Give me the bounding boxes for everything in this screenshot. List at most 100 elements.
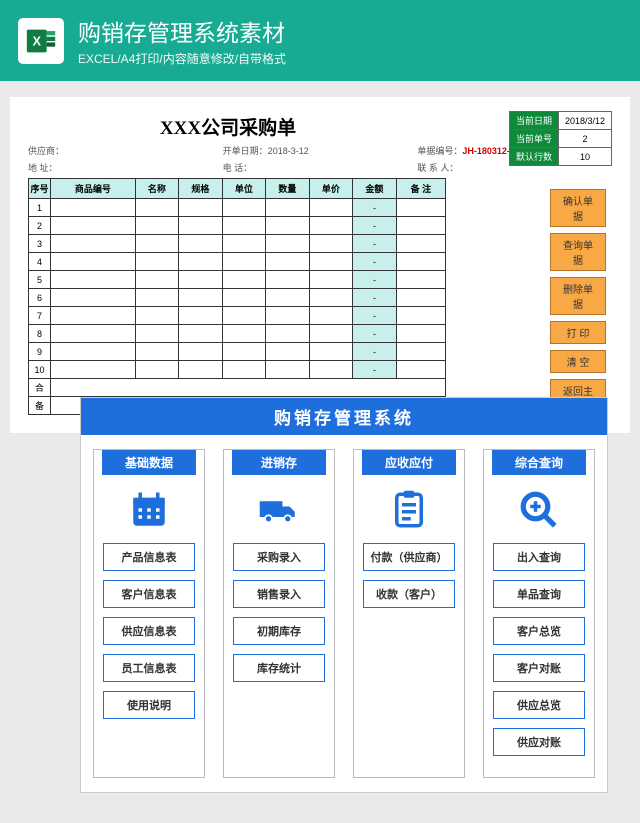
cell[interactable]	[135, 271, 179, 289]
cell[interactable]	[51, 361, 136, 379]
menu-item[interactable]: 使用说明	[103, 691, 195, 719]
cell[interactable]	[222, 307, 266, 325]
cell[interactable]	[309, 289, 353, 307]
cell[interactable]: -	[353, 307, 397, 325]
menu-item[interactable]: 出入查询	[493, 543, 585, 571]
cell[interactable]	[179, 271, 223, 289]
cell[interactable]: -	[353, 235, 397, 253]
cell[interactable]	[222, 289, 266, 307]
cell[interactable]	[266, 217, 310, 235]
cell[interactable]	[135, 199, 179, 217]
cell[interactable]	[222, 199, 266, 217]
cell[interactable]	[135, 217, 179, 235]
cell[interactable]	[309, 271, 353, 289]
cell[interactable]	[51, 271, 136, 289]
cell[interactable]	[51, 235, 136, 253]
cell[interactable]	[396, 343, 445, 361]
cell[interactable]	[51, 325, 136, 343]
menu-item[interactable]: 库存统计	[233, 654, 325, 682]
menu-item[interactable]: 单品查询	[493, 580, 585, 608]
cell[interactable]	[266, 199, 310, 217]
cell[interactable]	[222, 343, 266, 361]
cell[interactable]	[135, 289, 179, 307]
menu-item[interactable]: 初期库存	[233, 617, 325, 645]
cell[interactable]	[266, 271, 310, 289]
cell[interactable]: -	[353, 361, 397, 379]
menu-item[interactable]: 付款（供应商）	[363, 543, 455, 571]
cell[interactable]	[51, 289, 136, 307]
cell[interactable]	[222, 271, 266, 289]
cell[interactable]	[179, 235, 223, 253]
cell[interactable]	[179, 307, 223, 325]
cell[interactable]: -	[353, 325, 397, 343]
menu-item[interactable]: 收款（客户）	[363, 580, 455, 608]
cell[interactable]	[396, 307, 445, 325]
cell[interactable]	[266, 343, 310, 361]
cell[interactable]	[51, 199, 136, 217]
menu-item[interactable]: 员工信息表	[103, 654, 195, 682]
cell[interactable]	[309, 235, 353, 253]
cell[interactable]	[179, 361, 223, 379]
cell[interactable]	[266, 253, 310, 271]
cell[interactable]	[309, 217, 353, 235]
cell[interactable]	[51, 217, 136, 235]
cell[interactable]: -	[353, 271, 397, 289]
cell[interactable]: -	[353, 217, 397, 235]
action-button[interactable]: 确认单据	[550, 189, 606, 227]
cell[interactable]	[309, 343, 353, 361]
cell[interactable]	[396, 235, 445, 253]
cell[interactable]	[309, 253, 353, 271]
cell[interactable]	[396, 271, 445, 289]
cell[interactable]	[135, 325, 179, 343]
cell[interactable]	[51, 343, 136, 361]
cell[interactable]	[309, 199, 353, 217]
cell[interactable]	[309, 325, 353, 343]
menu-item[interactable]: 客户总览	[493, 617, 585, 645]
cell[interactable]	[179, 343, 223, 361]
action-button[interactable]: 删除单据	[550, 277, 606, 315]
cell[interactable]	[179, 253, 223, 271]
cell[interactable]	[396, 289, 445, 307]
menu-item[interactable]: 供应信息表	[103, 617, 195, 645]
cell[interactable]	[396, 217, 445, 235]
cell[interactable]	[396, 361, 445, 379]
cell[interactable]	[51, 253, 136, 271]
cell[interactable]	[266, 235, 310, 253]
cell[interactable]	[51, 307, 136, 325]
cell[interactable]	[266, 361, 310, 379]
menu-item[interactable]: 供应对账	[493, 728, 585, 756]
cell[interactable]: -	[353, 199, 397, 217]
action-button[interactable]: 查询单据	[550, 233, 606, 271]
cell[interactable]: -	[353, 253, 397, 271]
cell[interactable]	[222, 235, 266, 253]
cell[interactable]	[135, 235, 179, 253]
cell[interactable]	[222, 325, 266, 343]
cell[interactable]	[266, 307, 310, 325]
cell[interactable]	[266, 325, 310, 343]
cell[interactable]	[266, 289, 310, 307]
cell[interactable]	[135, 253, 179, 271]
cell[interactable]: -	[353, 289, 397, 307]
cell[interactable]: -	[353, 343, 397, 361]
cell[interactable]	[222, 253, 266, 271]
cell[interactable]	[179, 217, 223, 235]
menu-item[interactable]: 客户对账	[493, 654, 585, 682]
cell[interactable]	[222, 217, 266, 235]
cell[interactable]	[135, 361, 179, 379]
cell[interactable]	[222, 361, 266, 379]
menu-item[interactable]: 客户信息表	[103, 580, 195, 608]
cell[interactable]	[396, 199, 445, 217]
action-button[interactable]: 打 印	[550, 321, 606, 344]
action-button[interactable]: 清 空	[550, 350, 606, 373]
cell[interactable]	[135, 307, 179, 325]
cell[interactable]	[309, 361, 353, 379]
menu-item[interactable]: 销售录入	[233, 580, 325, 608]
cell[interactable]	[179, 289, 223, 307]
cell[interactable]	[396, 325, 445, 343]
cell[interactable]	[135, 343, 179, 361]
cell[interactable]	[179, 325, 223, 343]
cell[interactable]	[179, 199, 223, 217]
cell[interactable]	[396, 253, 445, 271]
menu-item[interactable]: 供应总览	[493, 691, 585, 719]
menu-item[interactable]: 采购录入	[233, 543, 325, 571]
